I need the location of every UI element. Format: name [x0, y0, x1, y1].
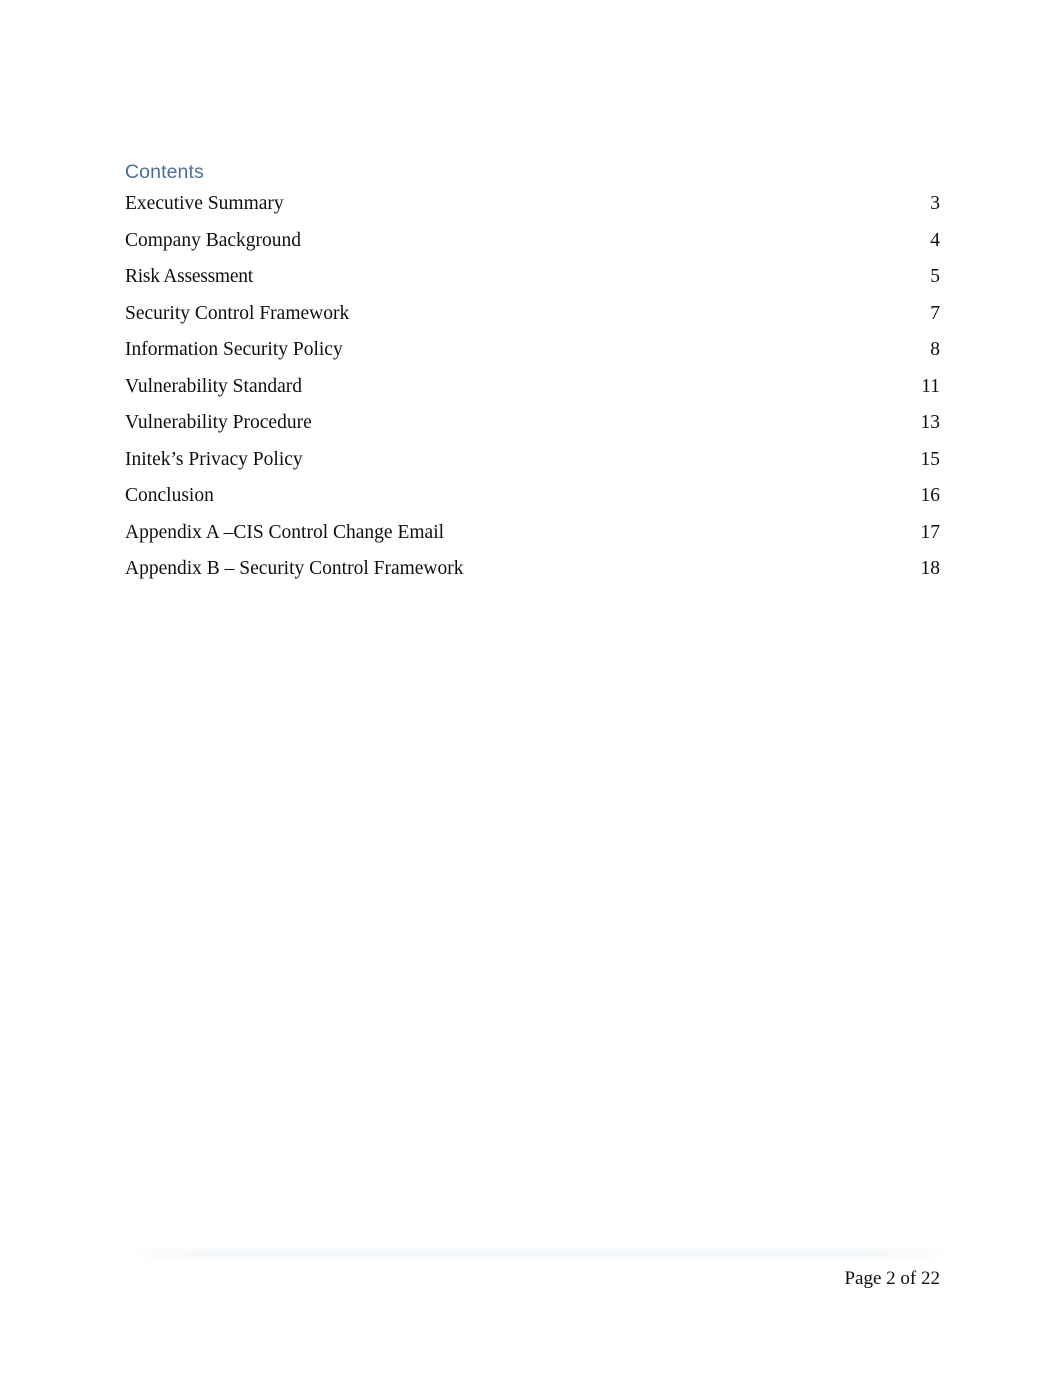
- page-title: Contents: [125, 161, 204, 183]
- toc-entry[interactable]: Appendix A –CIS Control Change Email 17: [125, 515, 940, 552]
- toc-entry[interactable]: Vulnerability Procedure 13: [125, 405, 940, 442]
- toc-entry-page: 8: [930, 339, 940, 361]
- toc-entry-title: Initek’s Privacy Policy: [125, 448, 303, 470]
- toc-entry-title: Vulnerability Procedure: [125, 412, 312, 434]
- toc-entry-page: 18: [920, 558, 941, 580]
- toc-entry[interactable]: Appendix B – Security Control Framework …: [125, 551, 940, 588]
- toc-entry-page: 4: [930, 229, 940, 251]
- toc-entry[interactable]: Initek’s Privacy Policy 15: [125, 442, 940, 479]
- toc-entry[interactable]: Security Control Framework 7: [125, 296, 940, 333]
- toc-entry[interactable]: Executive Summary 3: [125, 186, 940, 223]
- toc-entry-title: Risk Assessment: [125, 266, 253, 288]
- toc-entry-title: Appendix B – Security Control Framework: [125, 558, 464, 580]
- toc-entry-page: 17: [920, 521, 941, 543]
- toc-entry[interactable]: Vulnerability Standard 11: [125, 369, 940, 406]
- toc-entry-title: Security Control Framework: [125, 302, 350, 324]
- toc-list: Executive Summary 3 Company Background 4…: [125, 186, 940, 588]
- toc-entry-title: Appendix A –CIS Control Change Email: [125, 521, 445, 543]
- page-number-label: Page 2 of 22: [844, 1268, 940, 1289]
- toc-entry-title: Vulnerability Standard: [125, 375, 302, 397]
- page-footer: Page 2 of 22: [125, 1246, 950, 1291]
- toc-entry-page: 16: [920, 485, 941, 507]
- toc-entry-page: 3: [930, 193, 940, 215]
- document-page: Contents Executive Summary 3 Company Bac…: [0, 0, 1062, 1376]
- toc-entry-title: Conclusion: [125, 485, 214, 507]
- toc-entry[interactable]: Conclusion 16: [125, 478, 940, 515]
- footer-divider: [125, 1246, 950, 1262]
- toc-entry-title: Information Security Policy: [125, 339, 343, 361]
- toc-entry[interactable]: Company Background 4: [125, 223, 940, 260]
- toc-entry[interactable]: Risk Assessment 5: [125, 259, 940, 296]
- table-of-contents: Contents Executive Summary 3 Company Bac…: [125, 160, 940, 588]
- toc-entry-page: 5: [930, 266, 940, 288]
- toc-entry-title: Executive Summary: [125, 193, 284, 215]
- toc-entry-page: 7: [930, 302, 940, 324]
- toc-entry-page: 13: [920, 412, 941, 434]
- toc-entry-page: 15: [920, 448, 941, 470]
- toc-entry-title: Company Background: [125, 229, 302, 251]
- toc-entry[interactable]: Information Security Policy 8: [125, 332, 940, 369]
- toc-entry-page: 11: [921, 375, 940, 397]
